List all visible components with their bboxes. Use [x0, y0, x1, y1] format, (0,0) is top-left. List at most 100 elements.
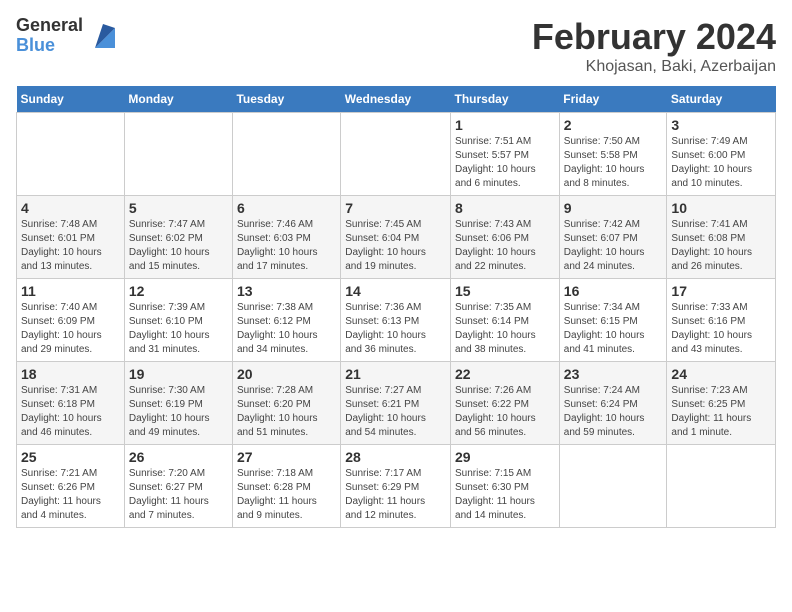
calendar-cell: 26 Sunrise: 7:20 AM Sunset: 6:27 PM Dayli… — [124, 445, 232, 528]
calendar-cell: 10 Sunrise: 7:41 AM Sunset: 6:08 PM Dayli… — [667, 196, 776, 279]
calendar-cell: 22 Sunrise: 7:26 AM Sunset: 6:22 PM Dayli… — [451, 362, 560, 445]
weekday-header-monday: Monday — [124, 86, 232, 113]
day-number: 22 — [455, 366, 555, 382]
calendar-cell — [667, 445, 776, 528]
week-row-2: 4 Sunrise: 7:48 AM Sunset: 6:01 PM Daylig… — [17, 196, 776, 279]
logo-blue-text: Blue — [16, 36, 83, 56]
page-header: General Blue February 2024 Khojasan, Bak… — [16, 16, 776, 76]
calendar-cell: 5 Sunrise: 7:47 AM Sunset: 6:02 PM Daylig… — [124, 196, 232, 279]
day-number: 5 — [129, 200, 228, 216]
day-info: Sunrise: 7:28 AM Sunset: 6:20 PM Dayligh… — [237, 384, 336, 440]
day-info: Sunrise: 7:38 AM Sunset: 6:12 PM Dayligh… — [237, 301, 336, 357]
calendar-cell — [17, 113, 125, 196]
weekday-header-thursday: Thursday — [451, 86, 560, 113]
calendar-cell: 2 Sunrise: 7:50 AM Sunset: 5:58 PM Daylig… — [559, 113, 667, 196]
day-info: Sunrise: 7:49 AM Sunset: 6:00 PM Dayligh… — [671, 135, 771, 191]
calendar-cell — [341, 113, 451, 196]
day-info: Sunrise: 7:47 AM Sunset: 6:02 PM Dayligh… — [129, 218, 228, 274]
day-number: 26 — [129, 449, 228, 465]
calendar-cell: 24 Sunrise: 7:23 AM Sunset: 6:25 PM Dayli… — [667, 362, 776, 445]
day-info: Sunrise: 7:50 AM Sunset: 5:58 PM Dayligh… — [564, 135, 663, 191]
day-number: 21 — [345, 366, 446, 382]
day-info: Sunrise: 7:41 AM Sunset: 6:08 PM Dayligh… — [671, 218, 771, 274]
day-number: 2 — [564, 117, 663, 133]
day-info: Sunrise: 7:18 AM Sunset: 6:28 PM Dayligh… — [237, 467, 336, 523]
day-number: 25 — [21, 449, 120, 465]
day-number: 3 — [671, 117, 771, 133]
day-info: Sunrise: 7:24 AM Sunset: 6:24 PM Dayligh… — [564, 384, 663, 440]
weekday-header-saturday: Saturday — [667, 86, 776, 113]
calendar-cell: 23 Sunrise: 7:24 AM Sunset: 6:24 PM Dayli… — [559, 362, 667, 445]
calendar-cell: 3 Sunrise: 7:49 AM Sunset: 6:00 PM Daylig… — [667, 113, 776, 196]
calendar-cell: 19 Sunrise: 7:30 AM Sunset: 6:19 PM Dayli… — [124, 362, 232, 445]
day-info: Sunrise: 7:26 AM Sunset: 6:22 PM Dayligh… — [455, 384, 555, 440]
day-info: Sunrise: 7:23 AM Sunset: 6:25 PM Dayligh… — [671, 384, 771, 440]
day-info: Sunrise: 7:17 AM Sunset: 6:29 PM Dayligh… — [345, 467, 446, 523]
day-info: Sunrise: 7:33 AM Sunset: 6:16 PM Dayligh… — [671, 301, 771, 357]
calendar-cell: 25Sunrise: 7:21 AM Sunset: 6:26 PM Dayli… — [17, 445, 125, 528]
calendar-cell — [232, 113, 340, 196]
day-info: Sunrise: 7:46 AM Sunset: 6:03 PM Dayligh… — [237, 218, 336, 274]
week-row-4: 18 Sunrise: 7:31 AM Sunset: 6:18 PM Dayli… — [17, 362, 776, 445]
week-row-5: 25Sunrise: 7:21 AM Sunset: 6:26 PM Dayli… — [17, 445, 776, 528]
day-number: 13 — [237, 283, 336, 299]
month-title: February 2024 — [532, 16, 776, 58]
day-info: Sunrise: 7:34 AM Sunset: 6:15 PM Dayligh… — [564, 301, 663, 357]
day-info: Sunrise: 7:36 AM Sunset: 6:13 PM Dayligh… — [345, 301, 446, 357]
day-number: 27 — [237, 449, 336, 465]
day-number: 18 — [21, 366, 120, 382]
day-number: 24 — [671, 366, 771, 382]
calendar-cell — [124, 113, 232, 196]
day-info: Sunrise: 7:48 AM Sunset: 6:01 PM Dayligh… — [21, 218, 120, 274]
day-number: 1 — [455, 117, 555, 133]
calendar-cell: 20 Sunrise: 7:28 AM Sunset: 6:20 PM Dayli… — [232, 362, 340, 445]
calendar-cell: 11Sunrise: 7:40 AM Sunset: 6:09 PM Dayli… — [17, 279, 125, 362]
location-text: Khojasan, Baki, Azerbaijan — [532, 58, 776, 76]
calendar-cell: 28Sunrise: 7:17 AM Sunset: 6:29 PM Dayli… — [341, 445, 451, 528]
day-number: 7 — [345, 200, 446, 216]
day-number: 19 — [129, 366, 228, 382]
calendar-cell: 9Sunrise: 7:42 AM Sunset: 6:07 PM Daylig… — [559, 196, 667, 279]
logo-icon — [87, 20, 119, 52]
day-number: 12 — [129, 283, 228, 299]
calendar-cell: 7 Sunrise: 7:45 AM Sunset: 6:04 PM Daylig… — [341, 196, 451, 279]
day-info: Sunrise: 7:35 AM Sunset: 6:14 PM Dayligh… — [455, 301, 555, 357]
day-info: Sunrise: 7:42 AM Sunset: 6:07 PM Dayligh… — [564, 218, 663, 274]
calendar-cell: 13 Sunrise: 7:38 AM Sunset: 6:12 PM Dayli… — [232, 279, 340, 362]
calendar-cell: 17 Sunrise: 7:33 AM Sunset: 6:16 PM Dayli… — [667, 279, 776, 362]
calendar-cell: 4 Sunrise: 7:48 AM Sunset: 6:01 PM Daylig… — [17, 196, 125, 279]
weekday-header-wednesday: Wednesday — [341, 86, 451, 113]
calendar-cell: 27 Sunrise: 7:18 AM Sunset: 6:28 PM Dayli… — [232, 445, 340, 528]
weekday-header-sunday: Sunday — [17, 86, 125, 113]
day-number: 17 — [671, 283, 771, 299]
day-number: 16 — [564, 283, 663, 299]
calendar-cell: 21 Sunrise: 7:27 AM Sunset: 6:21 PM Dayli… — [341, 362, 451, 445]
day-info: Sunrise: 7:20 AM Sunset: 6:27 PM Dayligh… — [129, 467, 228, 523]
week-row-3: 11Sunrise: 7:40 AM Sunset: 6:09 PM Dayli… — [17, 279, 776, 362]
logo-general-text: General — [16, 16, 83, 36]
calendar-cell: 1 Sunrise: 7:51 AM Sunset: 5:57 PM Daylig… — [451, 113, 560, 196]
day-info: Sunrise: 7:31 AM Sunset: 6:18 PM Dayligh… — [21, 384, 120, 440]
day-number: 10 — [671, 200, 771, 216]
day-info: Sunrise: 7:45 AM Sunset: 6:04 PM Dayligh… — [345, 218, 446, 274]
calendar-cell: 12Sunrise: 7:39 AM Sunset: 6:10 PM Dayli… — [124, 279, 232, 362]
day-info: Sunrise: 7:43 AM Sunset: 6:06 PM Dayligh… — [455, 218, 555, 274]
calendar-cell: 14Sunrise: 7:36 AM Sunset: 6:13 PM Dayli… — [341, 279, 451, 362]
title-block: February 2024 Khojasan, Baki, Azerbaijan — [532, 16, 776, 76]
day-info: Sunrise: 7:27 AM Sunset: 6:21 PM Dayligh… — [345, 384, 446, 440]
calendar-cell: 6Sunrise: 7:46 AM Sunset: 6:03 PM Daylig… — [232, 196, 340, 279]
day-info: Sunrise: 7:40 AM Sunset: 6:09 PM Dayligh… — [21, 301, 120, 357]
week-row-1: 1 Sunrise: 7:51 AM Sunset: 5:57 PM Daylig… — [17, 113, 776, 196]
day-info: Sunrise: 7:51 AM Sunset: 5:57 PM Dayligh… — [455, 135, 555, 191]
day-number: 23 — [564, 366, 663, 382]
day-number: 20 — [237, 366, 336, 382]
day-info: Sunrise: 7:15 AM Sunset: 6:30 PM Dayligh… — [455, 467, 555, 523]
weekday-header-tuesday: Tuesday — [232, 86, 340, 113]
day-number: 4 — [21, 200, 120, 216]
day-info: Sunrise: 7:30 AM Sunset: 6:19 PM Dayligh… — [129, 384, 228, 440]
day-number: 8 — [455, 200, 555, 216]
weekday-header-friday: Friday — [559, 86, 667, 113]
calendar-cell: 29Sunrise: 7:15 AM Sunset: 6:30 PM Dayli… — [451, 445, 560, 528]
calendar-cell: 8 Sunrise: 7:43 AM Sunset: 6:06 PM Daylig… — [451, 196, 560, 279]
logo: General Blue — [16, 16, 119, 56]
